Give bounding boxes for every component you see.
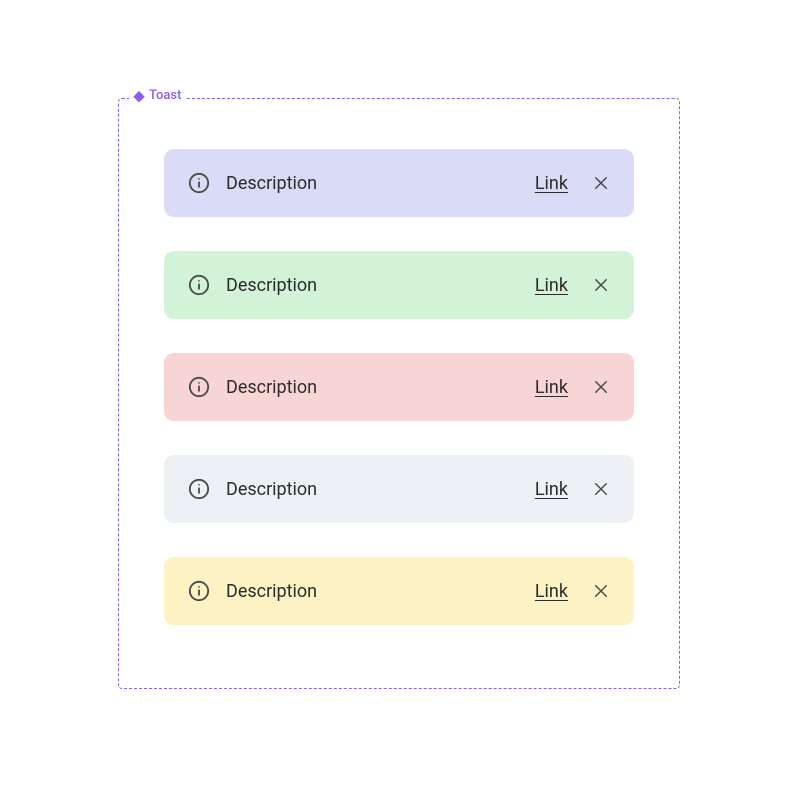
component-icon [133,90,145,102]
toast-description: Description [226,173,519,194]
info-icon [188,274,210,296]
close-icon[interactable] [592,174,610,192]
close-icon[interactable] [592,480,610,498]
toast-description: Description [226,275,519,296]
toast-description: Description [226,479,519,500]
toast-description: Description [226,377,519,398]
close-icon[interactable] [592,276,610,294]
toast-neutral: Description Link [164,455,634,523]
info-icon [188,172,210,194]
toast-info: Description Link [164,149,634,217]
toast-description: Description [226,581,519,602]
info-icon [188,376,210,398]
frame-label-text: Toast [149,88,181,103]
close-icon[interactable] [592,378,610,396]
toast-error: Description Link [164,353,634,421]
info-icon [188,478,210,500]
frame-label: Toast [129,88,185,103]
info-icon [188,580,210,602]
toast-success: Description Link [164,251,634,319]
toast-link[interactable]: Link [535,377,568,398]
toast-link[interactable]: Link [535,581,568,602]
toast-link[interactable]: Link [535,479,568,500]
toast-link[interactable]: Link [535,275,568,296]
toast-link[interactable]: Link [535,173,568,194]
toast-component-frame: Toast Description Link Descriptio [118,98,680,689]
toast-warning: Description Link [164,557,634,625]
close-icon[interactable] [592,582,610,600]
